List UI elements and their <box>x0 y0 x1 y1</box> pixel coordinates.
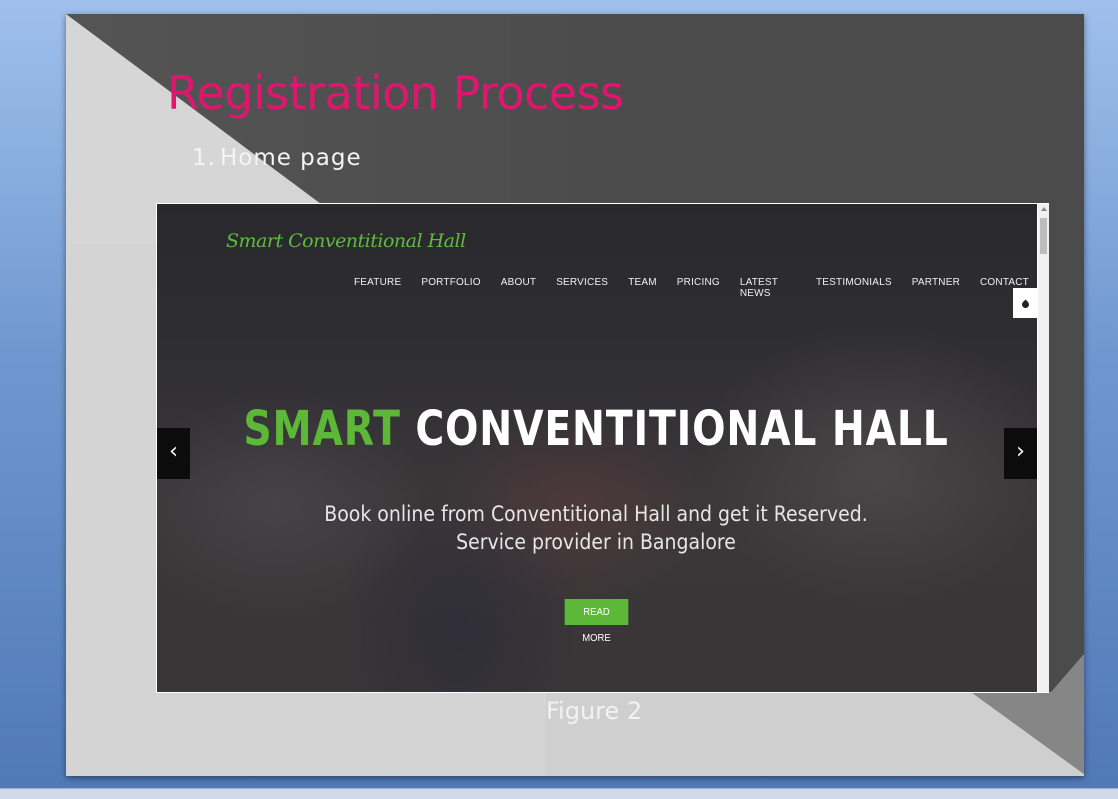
scrollbar-thumb[interactable] <box>1040 218 1047 254</box>
nav-item-partner[interactable]: PARTNER <box>912 277 960 299</box>
nav-item-services[interactable]: SERVICES <box>556 277 608 299</box>
website-screenshot: Smart Conventitional Hall FEATURE PORTFO… <box>156 203 1049 693</box>
nav-item-pricing[interactable]: PRICING <box>677 277 720 299</box>
hero-subtitle: Book online from Conventitional Hall and… <box>200 500 992 556</box>
slide-bullet: 1. Home page <box>192 145 362 171</box>
nav-item-testimonials[interactable]: TESTIMONIALS <box>816 277 892 299</box>
slide: Registration Process 1. Home page Smart C… <box>66 14 1084 776</box>
site-logo[interactable]: Smart Conventitional Hall <box>226 230 466 252</box>
scroll-up-arrow-icon[interactable] <box>1041 207 1047 211</box>
hero-subtitle-line-2: Service provider in Bangalore <box>456 530 736 554</box>
app-bottom-bar <box>0 788 1118 799</box>
nav-item-latest-news[interactable]: LATEST NEWS <box>740 277 796 299</box>
nav-item-portfolio[interactable]: PORTFOLIO <box>421 277 480 299</box>
droplet-icon <box>1020 299 1031 309</box>
nav-item-team[interactable]: TEAM <box>628 277 657 299</box>
nav-item-feature[interactable]: FEATURE <box>354 277 401 299</box>
bullet-text: Home page <box>219 145 362 171</box>
slide-title: Registration Process <box>167 66 624 120</box>
site-nav: FEATURE PORTFOLIO ABOUT SERVICES TEAM PR… <box>354 277 1049 299</box>
hero-title-accent: SMART <box>243 401 401 457</box>
slider-next-button[interactable]: › <box>1004 428 1037 479</box>
hero-title: SMART CONVENTITIONAL HALL <box>235 401 957 457</box>
hero-subtitle-line-1: Book online from Conventitional Hall and… <box>324 502 868 526</box>
read-more-button[interactable]: READ MORE <box>564 599 629 644</box>
theme-switcher-button[interactable] <box>1013 288 1038 318</box>
bullet-number: 1. <box>192 145 216 171</box>
slider-prev-button[interactable]: ‹ <box>157 428 190 479</box>
figure-caption: Figure 2 <box>546 697 643 725</box>
hero-title-rest: CONVENTITIONAL HALL <box>415 401 949 457</box>
nav-item-about[interactable]: ABOUT <box>501 277 536 299</box>
